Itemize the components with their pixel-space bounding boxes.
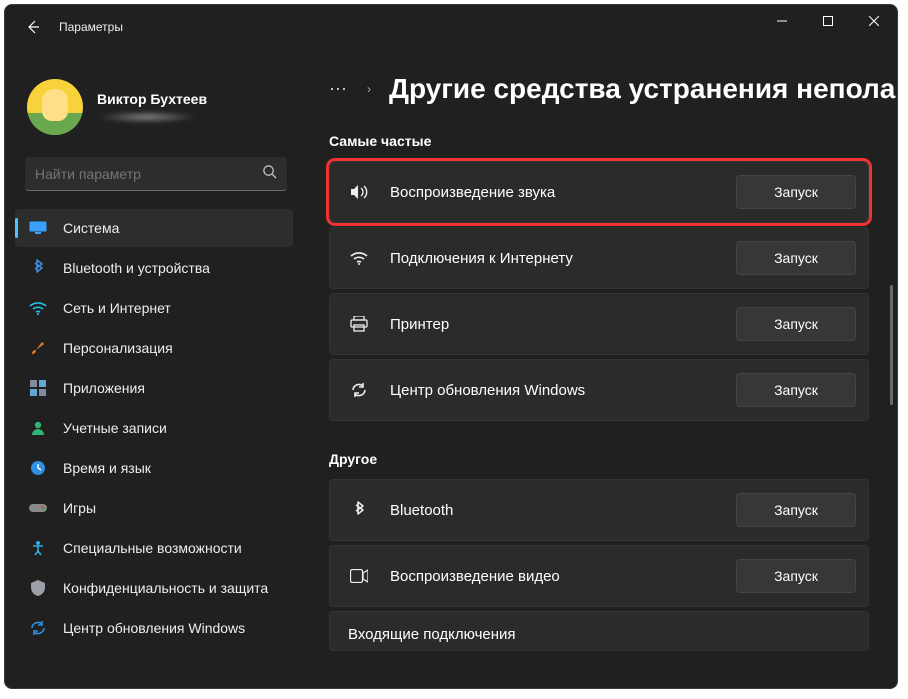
minimize-button[interactable]	[759, 5, 805, 37]
chevron-right-icon: ›	[367, 82, 371, 96]
titlebar: Параметры	[5, 5, 897, 49]
close-button[interactable]	[851, 5, 897, 37]
bluetooth-icon	[29, 259, 47, 277]
settings-window: Параметры Виктор Бухтеев СистемаBl	[4, 4, 898, 689]
sidebar-item-label: Приложения	[63, 380, 145, 396]
cards-other: Bluetooth Запуск Воспроизведение видео Запу…	[329, 479, 897, 651]
sidebar-item-network[interactable]: Сеть и Интернет	[15, 289, 293, 327]
sidebar-item-label: Сеть и Интернет	[63, 300, 171, 316]
scrollbar-thumb[interactable]	[890, 285, 893, 405]
page-title: Другие средства устранения непола	[389, 73, 895, 105]
video-icon	[348, 569, 370, 583]
monitor-icon	[29, 219, 47, 237]
avatar	[27, 79, 83, 135]
wifi-icon	[29, 299, 47, 317]
speaker-icon	[348, 184, 370, 200]
sidebar: Виктор Бухтеев Система Bluetooth и устрой…	[5, 65, 305, 688]
maximize-button[interactable]	[805, 5, 851, 37]
run-button[interactable]: Запуск	[736, 373, 856, 407]
profile-email-blurred	[97, 111, 197, 123]
person-icon	[29, 419, 47, 437]
content: ⋯ › Другие средства устранения непола Са…	[305, 65, 897, 688]
sidebar-item-bluetooth[interactable]: Bluetooth и устройства	[15, 249, 293, 287]
troubleshooter-bt: Bluetooth Запуск	[329, 479, 869, 541]
troubleshooter-label: Входящие подключения	[348, 626, 856, 643]
bluetooth-icon	[348, 501, 370, 519]
window-title: Параметры	[59, 20, 123, 34]
profile-text: Виктор Бухтеев	[97, 91, 207, 123]
troubleshooter-label: Подключения к Интернету	[390, 250, 716, 267]
sidebar-item-label: Время и язык	[63, 460, 151, 476]
apps-icon	[29, 379, 47, 397]
sidebar-item-privacy[interactable]: Конфиденциальность и защита	[15, 569, 293, 607]
access-icon	[29, 539, 47, 557]
sidebar-item-time[interactable]: Время и язык	[15, 449, 293, 487]
search-input[interactable]	[35, 166, 262, 182]
sidebar-item-update[interactable]: Центр обновления Windows	[15, 609, 293, 647]
run-button[interactable]: Запуск	[736, 307, 856, 341]
troubleshooter-internet: Подключения к Интернету Запуск	[329, 227, 869, 289]
search-icon	[262, 164, 277, 184]
brush-icon	[29, 339, 47, 357]
sidebar-item-label: Персонализация	[63, 340, 173, 356]
sync-icon	[348, 382, 370, 398]
troubleshooter-wupdate: Центр обновления Windows Запуск	[329, 359, 869, 421]
body: Виктор Бухтеев Система Bluetooth и устрой…	[5, 65, 897, 688]
clock-icon	[29, 459, 47, 477]
troubleshooter-incoming: Входящие подключения	[329, 611, 869, 651]
sidebar-item-label: Конфиденциальность и защита	[63, 580, 268, 596]
sidebar-item-label: Центр обновления Windows	[63, 620, 245, 636]
profile-name: Виктор Бухтеев	[97, 91, 207, 107]
gamepad-icon	[29, 499, 47, 517]
sidebar-item-gaming[interactable]: Игры	[15, 489, 293, 527]
troubleshooter-label: Воспроизведение видео	[390, 568, 716, 585]
sidebar-item-label: Игры	[63, 500, 96, 516]
sidebar-item-apps[interactable]: Приложения	[15, 369, 293, 407]
wifi-icon	[348, 251, 370, 265]
sidebar-item-personal[interactable]: Персонализация	[15, 329, 293, 367]
sidebar-item-label: Специальные возможности	[63, 540, 242, 556]
sync-icon	[29, 619, 47, 637]
troubleshooter-label: Центр обновления Windows	[390, 382, 716, 399]
run-button[interactable]: Запуск	[736, 175, 856, 209]
sidebar-item-system[interactable]: Система	[15, 209, 293, 247]
troubleshooter-label: Воспроизведение звука	[390, 184, 716, 201]
cards-frequent: Воспроизведение звукаЗапускПодключения к…	[329, 161, 897, 421]
troubleshooter-video: Воспроизведение видео Запуск	[329, 545, 869, 607]
section-frequent-title: Самые частые	[329, 133, 897, 149]
troubleshooter-audio: Воспроизведение звука Запуск	[329, 161, 869, 223]
run-button[interactable]: Запуск	[736, 241, 856, 275]
run-button[interactable]: Запуск	[736, 493, 856, 527]
sidebar-item-accounts[interactable]: Учетные записи	[15, 409, 293, 447]
breadcrumb-ellipsis[interactable]: ⋯	[329, 79, 349, 100]
sidebar-item-access[interactable]: Специальные возможности	[15, 529, 293, 567]
nav-list: Система Bluetooth и устройства Сеть и Инте…	[15, 209, 305, 647]
troubleshooter-printer: Принтер Запуск	[329, 293, 869, 355]
printer-icon	[348, 316, 370, 332]
shield-icon	[29, 579, 47, 597]
sidebar-item-label: Система	[63, 220, 119, 236]
troubleshooter-label: Принтер	[390, 316, 716, 333]
section-other-title: Другое	[329, 451, 897, 467]
back-button[interactable]	[13, 7, 53, 47]
breadcrumb: ⋯ › Другие средства устранения непола	[329, 65, 897, 113]
window-controls	[759, 5, 897, 37]
sidebar-item-label: Bluetooth и устройства	[63, 260, 210, 276]
sidebar-item-label: Учетные записи	[63, 420, 167, 436]
search-box[interactable]	[25, 157, 287, 191]
run-button[interactable]: Запуск	[736, 559, 856, 593]
troubleshooter-label: Bluetooth	[390, 502, 716, 519]
arrow-left-icon	[25, 19, 41, 35]
profile[interactable]: Виктор Бухтеев	[15, 75, 305, 153]
